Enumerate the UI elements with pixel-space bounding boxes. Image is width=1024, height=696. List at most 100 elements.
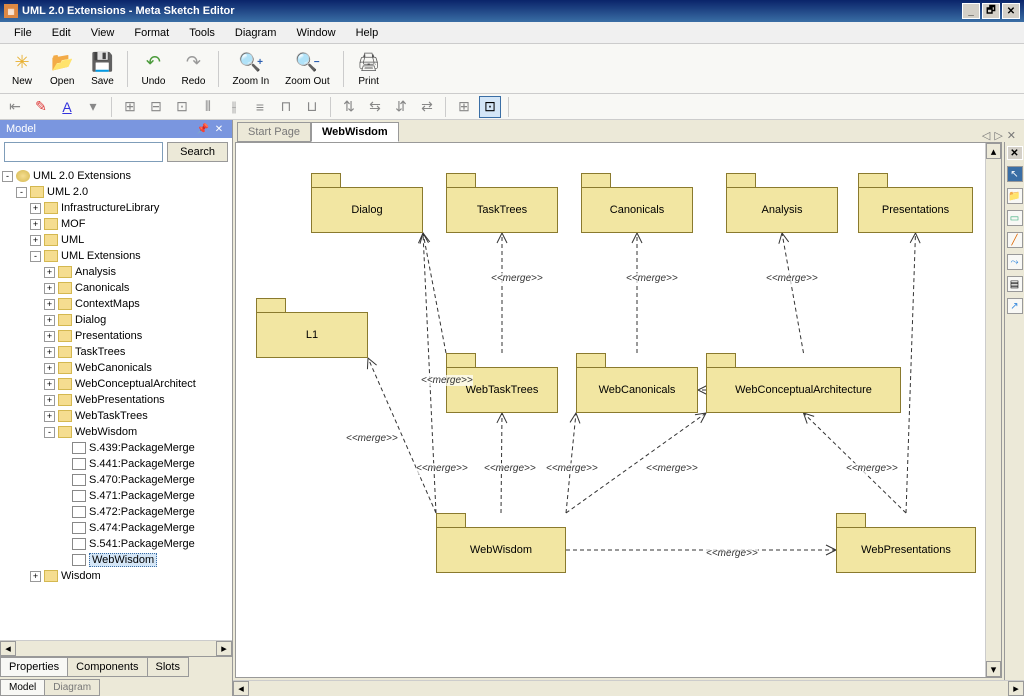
tree-node[interactable]: -UML Extensions [2,248,230,264]
print-button[interactable]: 🖨Print [351,49,387,89]
dist-icon[interactable]: ⇅ [338,96,360,118]
tree-expand-icon[interactable]: - [2,171,13,182]
tree-expand-icon[interactable]: + [30,571,41,582]
tree-node[interactable]: -UML 2.0 Extensions [2,168,230,184]
class-tool-icon[interactable]: ▭ [1007,210,1023,226]
package-webpresentations[interactable]: WebPresentations [836,513,976,573]
package-webconceptual[interactable]: WebConceptualArchitecture [706,353,901,413]
scroll-left-icon[interactable]: ◂ [0,641,16,656]
minimize-button[interactable]: _ [962,3,980,19]
tree-node[interactable]: +InfrastructureLibrary [2,200,230,216]
pin-icon[interactable]: 📌 [196,122,210,136]
dropdown-icon[interactable]: ▾ [82,96,104,118]
tab-close-icon[interactable]: ✕ [1007,129,1016,142]
view-tab-model[interactable]: Model [0,679,45,696]
package-tool-icon[interactable]: 📁 [1007,188,1023,204]
grid-icon[interactable]: ⊞ [453,96,475,118]
note-tool-icon[interactable]: ▤ [1007,276,1023,292]
redo-button[interactable]: ↷Redo [175,49,211,89]
search-button[interactable]: Search [167,142,228,162]
anchor-tool-icon[interactable]: ↗ [1007,298,1023,314]
align-icon[interactable]: ⫴ [197,96,219,118]
align-icon[interactable]: ⊓ [275,96,297,118]
open-button[interactable]: 📂Open [44,49,80,89]
tree-expand-icon[interactable]: + [44,395,55,406]
tree-node[interactable]: +UML [2,232,230,248]
close-panel-icon[interactable]: ✕ [212,122,226,136]
tree-node[interactable]: S.441:PackageMerge [2,456,230,472]
new-button[interactable]: ✳New [4,49,40,89]
tree-expand-icon[interactable]: + [44,379,55,390]
close-button[interactable]: ✕ [1002,3,1020,19]
menu-diagram[interactable]: Diagram [225,25,287,41]
save-button[interactable]: 💾Save [84,49,120,89]
tree-node[interactable]: +MOF [2,216,230,232]
tab-nav-right-icon[interactable]: ▷ [994,129,1002,142]
align-icon[interactable]: ⊡ [171,96,193,118]
tree-node[interactable]: S.474:PackageMerge [2,520,230,536]
tab-slots[interactable]: Slots [147,657,189,677]
tree-expand-icon[interactable]: + [30,235,41,246]
tab-webwisdom[interactable]: WebWisdom [311,122,399,142]
package-l1[interactable]: L1 [256,298,368,358]
canvas-hscroll[interactable]: ◂ ▸ [233,680,1024,696]
tree-node[interactable]: +Analysis [2,264,230,280]
view-tab-diagram[interactable]: Diagram [44,679,100,696]
package-tasktrees[interactable]: TaskTrees [446,173,558,233]
depend-tool-icon[interactable]: ⤳ [1007,254,1023,270]
package-dialog[interactable]: Dialog [311,173,423,233]
tab-properties[interactable]: Properties [0,657,68,677]
align-icon[interactable]: ⊟ [145,96,167,118]
tree-node[interactable]: +ContextMaps [2,296,230,312]
paint-icon[interactable]: ✎ [30,96,52,118]
font-icon[interactable]: A [56,96,78,118]
tree-node[interactable]: S.471:PackageMerge [2,488,230,504]
menu-format[interactable]: Format [124,25,179,41]
diagram-canvas[interactable]: DialogTaskTreesCanonicalsAnalysisPresent… [236,143,985,677]
dist-icon[interactable]: ⇆ [364,96,386,118]
tree-hscroll[interactable]: ◂ ▸ [0,640,232,656]
align-left-icon[interactable]: ⇤ [4,96,26,118]
canvas-vscroll[interactable]: ▴ ▾ [985,143,1001,677]
align-icon[interactable]: ⊞ [119,96,141,118]
scroll-up-icon[interactable]: ▴ [986,143,1001,159]
tree-node[interactable]: S.470:PackageMerge [2,472,230,488]
maximize-button[interactable]: 🗗 [982,3,1000,19]
menu-window[interactable]: Window [286,25,345,41]
align-icon[interactable]: ⫲ [223,96,245,118]
package-canonicals[interactable]: Canonicals [581,173,693,233]
tree-expand-icon[interactable]: + [44,315,55,326]
package-webcanonicals[interactable]: WebCanonicals [576,353,698,413]
palette-close-icon[interactable]: ✕ [1007,146,1023,160]
undo-button[interactable]: ↶Undo [135,49,171,89]
tree-node[interactable]: +WebTaskTrees [2,408,230,424]
tree-node[interactable]: +WebPresentations [2,392,230,408]
tree-expand-icon[interactable]: + [44,283,55,294]
tree-node[interactable]: S.439:PackageMerge [2,440,230,456]
menu-view[interactable]: View [81,25,125,41]
zoom-in-button[interactable]: 🔍+Zoom In [226,49,275,89]
package-analysis[interactable]: Analysis [726,173,838,233]
tree-expand-icon[interactable]: + [30,219,41,230]
tab-start-page[interactable]: Start Page [237,122,311,142]
zoom-out-button[interactable]: 🔍−Zoom Out [279,49,335,89]
scroll-down-icon[interactable]: ▾ [986,661,1001,677]
tree-node[interactable]: +TaskTrees [2,344,230,360]
tree-node[interactable]: WebWisdom [2,552,230,568]
package-webwisdom[interactable]: WebWisdom [436,513,566,573]
assoc-tool-icon[interactable]: ╱ [1007,232,1023,248]
tree-expand-icon[interactable]: + [44,299,55,310]
dist-icon[interactable]: ⇵ [390,96,412,118]
tree-expand-icon[interactable]: + [44,347,55,358]
tree-node[interactable]: S.472:PackageMerge [2,504,230,520]
search-input[interactable] [4,142,163,162]
dist-icon[interactable]: ⇄ [416,96,438,118]
align-icon[interactable]: ⊔ [301,96,323,118]
scroll-right-icon[interactable]: ▸ [1008,681,1024,696]
snap-icon[interactable]: ⊡ [479,96,501,118]
tree-node[interactable]: +Presentations [2,328,230,344]
tree-expand-icon[interactable]: + [44,267,55,278]
tree-expand-icon[interactable]: + [44,331,55,342]
tree-expand-icon[interactable]: + [30,203,41,214]
tree-expand-icon[interactable]: - [16,187,27,198]
